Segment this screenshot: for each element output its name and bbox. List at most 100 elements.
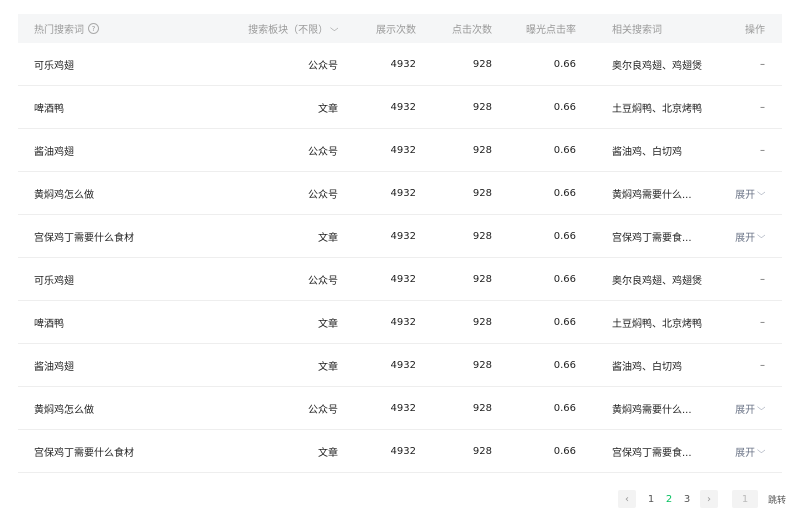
clicks-cell: 928 [472, 445, 492, 457]
clicks-cell: 928 [472, 273, 492, 285]
impressions-cell: 4932 [390, 144, 416, 156]
expand-label: 展开 [735, 189, 756, 201]
operation-empty: – [718, 301, 765, 343]
impressions-cell: 4932 [390, 402, 416, 414]
help-icon[interactable]: ? [88, 23, 99, 34]
page-1[interactable]: 1 [642, 494, 660, 505]
impressions-cell: 4932 [390, 187, 416, 199]
table-row: 啤酒鸭 文章 4932 928 0.66 土豆焖鸭、北京烤鸭 – [18, 86, 782, 129]
chevron-down-icon: ⌵ [757, 188, 765, 198]
operation-dash: – [760, 273, 765, 285]
ctr-cell: 0.66 [553, 187, 576, 199]
operation-empty: – [718, 258, 765, 300]
search-keyword-table: 热门搜索词 ? 搜索板块（不限） ⌵ 展示次数 点击次数 曝光点击率 相关搜索词… [18, 14, 782, 473]
expand-link[interactable]: 展开⌵ [735, 186, 765, 201]
clicks-cell: 928 [472, 359, 492, 371]
ctr-cell: 0.66 [553, 230, 576, 242]
block-cell: 文章 [318, 361, 338, 373]
ctr-cell: 0.66 [553, 273, 576, 285]
table-row: 酱油鸡翅 公众号 4932 928 0.66 酱油鸡、白切鸡 – [18, 129, 782, 172]
table-row: 黄焖鸡怎么做 公众号 4932 928 0.66 黄焖鸡需要什么... 展开⌵ [18, 387, 782, 430]
table-row: 宫保鸡丁需要什么食材 文章 4932 928 0.66 宫保鸡丁需要食... 展开⌵ [18, 215, 782, 258]
keyword-cell: 可乐鸡翅 [34, 275, 74, 287]
table-body: 可乐鸡翅 公众号 4932 928 0.66 奥尔良鸡翅、鸡翅煲 – 啤酒鸭 文章 4932 928… [18, 43, 782, 473]
page-jump-input[interactable]: 1 [732, 490, 758, 508]
impressions-cell: 4932 [390, 359, 416, 371]
header-keyword-label: 热门搜索词 [34, 25, 84, 36]
header-operation: 操作 [745, 25, 765, 36]
operation-dash: – [760, 101, 765, 113]
page-2[interactable]: 2 [660, 494, 678, 505]
block-cell: 公众号 [308, 189, 338, 201]
ctr-cell: 0.66 [553, 101, 576, 113]
block-filter-label: 搜索板块（不限） [248, 25, 329, 36]
related-cell: 宫保鸡丁需要食... [612, 232, 692, 244]
ctr-cell: 0.66 [553, 359, 576, 371]
clicks-cell: 928 [472, 187, 492, 199]
expand-button[interactable]: 展开⌵ [718, 215, 765, 257]
block-cell: 文章 [318, 103, 338, 115]
related-cell: 黄焖鸡需要什么... [612, 404, 692, 416]
operation-empty: – [718, 129, 765, 171]
expand-label: 展开 [735, 404, 756, 416]
ctr-cell: 0.66 [553, 58, 576, 70]
header-impressions: 展示次数 [376, 25, 416, 36]
header-clicks: 点击次数 [452, 25, 492, 36]
expand-link[interactable]: 展开⌵ [735, 401, 765, 416]
related-cell: 土豆焖鸭、北京烤鸭 [612, 318, 702, 330]
next-page-button[interactable]: › [700, 490, 718, 508]
block-cell: 文章 [318, 318, 338, 330]
table-row: 宫保鸡丁需要什么食材 文章 4932 928 0.66 宫保鸡丁需要食... 展开⌵ [18, 430, 782, 473]
operation-dash: – [760, 359, 765, 371]
table-header: 热门搜索词 ? 搜索板块（不限） ⌵ 展示次数 点击次数 曝光点击率 相关搜索词… [18, 14, 782, 43]
related-cell: 黄焖鸡需要什么... [612, 189, 692, 201]
operation-dash: – [760, 316, 765, 328]
expand-button[interactable]: 展开⌵ [718, 172, 765, 214]
operation-dash: – [760, 58, 765, 70]
impressions-cell: 4932 [390, 273, 416, 285]
ctr-cell: 0.66 [553, 316, 576, 328]
related-cell: 酱油鸡、白切鸡 [612, 146, 682, 158]
block-cell: 文章 [318, 447, 338, 459]
impressions-cell: 4932 [390, 101, 416, 113]
expand-button[interactable]: 展开⌵ [718, 430, 765, 472]
page-3[interactable]: 3 [678, 494, 696, 505]
keyword-cell: 黄焖鸡怎么做 [34, 404, 94, 416]
block-cell: 公众号 [308, 146, 338, 158]
related-cell: 奥尔良鸡翅、鸡翅煲 [612, 60, 702, 72]
table-row: 可乐鸡翅 公众号 4932 928 0.66 奥尔良鸡翅、鸡翅煲 – [18, 258, 782, 301]
keyword-cell: 啤酒鸭 [34, 318, 64, 330]
keyword-cell: 黄焖鸡怎么做 [34, 189, 94, 201]
keyword-cell: 啤酒鸭 [34, 103, 64, 115]
header-keyword: 热门搜索词 ? [34, 14, 234, 43]
header-ctr: 曝光点击率 [526, 25, 576, 36]
expand-link[interactable]: 展开⌵ [735, 229, 765, 244]
header-related: 相关搜索词 [612, 25, 662, 36]
keyword-cell: 可乐鸡翅 [34, 60, 74, 72]
block-cell: 公众号 [308, 60, 338, 72]
block-filter-dropdown[interactable]: 搜索板块（不限） ⌵ [228, 14, 338, 43]
jump-button[interactable]: 跳转 [768, 493, 786, 506]
clicks-cell: 928 [472, 144, 492, 156]
related-cell: 土豆焖鸭、北京烤鸭 [612, 103, 702, 115]
related-cell: 宫保鸡丁需要食... [612, 447, 692, 459]
expand-label: 展开 [735, 447, 756, 459]
keyword-cell: 宫保鸡丁需要什么食材 [34, 447, 134, 459]
impressions-cell: 4932 [390, 445, 416, 457]
prev-page-button[interactable]: ‹ [618, 490, 636, 508]
expand-label: 展开 [735, 232, 756, 244]
table-row: 可乐鸡翅 公众号 4932 928 0.66 奥尔良鸡翅、鸡翅煲 – [18, 43, 782, 86]
expand-button[interactable]: 展开⌵ [718, 387, 765, 429]
operation-dash: – [760, 144, 765, 156]
ctr-cell: 0.66 [553, 144, 576, 156]
expand-link[interactable]: 展开⌵ [735, 444, 765, 459]
block-cell: 文章 [318, 232, 338, 244]
block-cell: 公众号 [308, 275, 338, 287]
table-row: 啤酒鸭 文章 4932 928 0.66 土豆焖鸭、北京烤鸭 – [18, 301, 782, 344]
impressions-cell: 4932 [390, 230, 416, 242]
keyword-cell: 宫保鸡丁需要什么食材 [34, 232, 134, 244]
clicks-cell: 928 [472, 58, 492, 70]
chevron-down-icon: ⌵ [330, 24, 338, 34]
clicks-cell: 928 [472, 230, 492, 242]
impressions-cell: 4932 [390, 316, 416, 328]
